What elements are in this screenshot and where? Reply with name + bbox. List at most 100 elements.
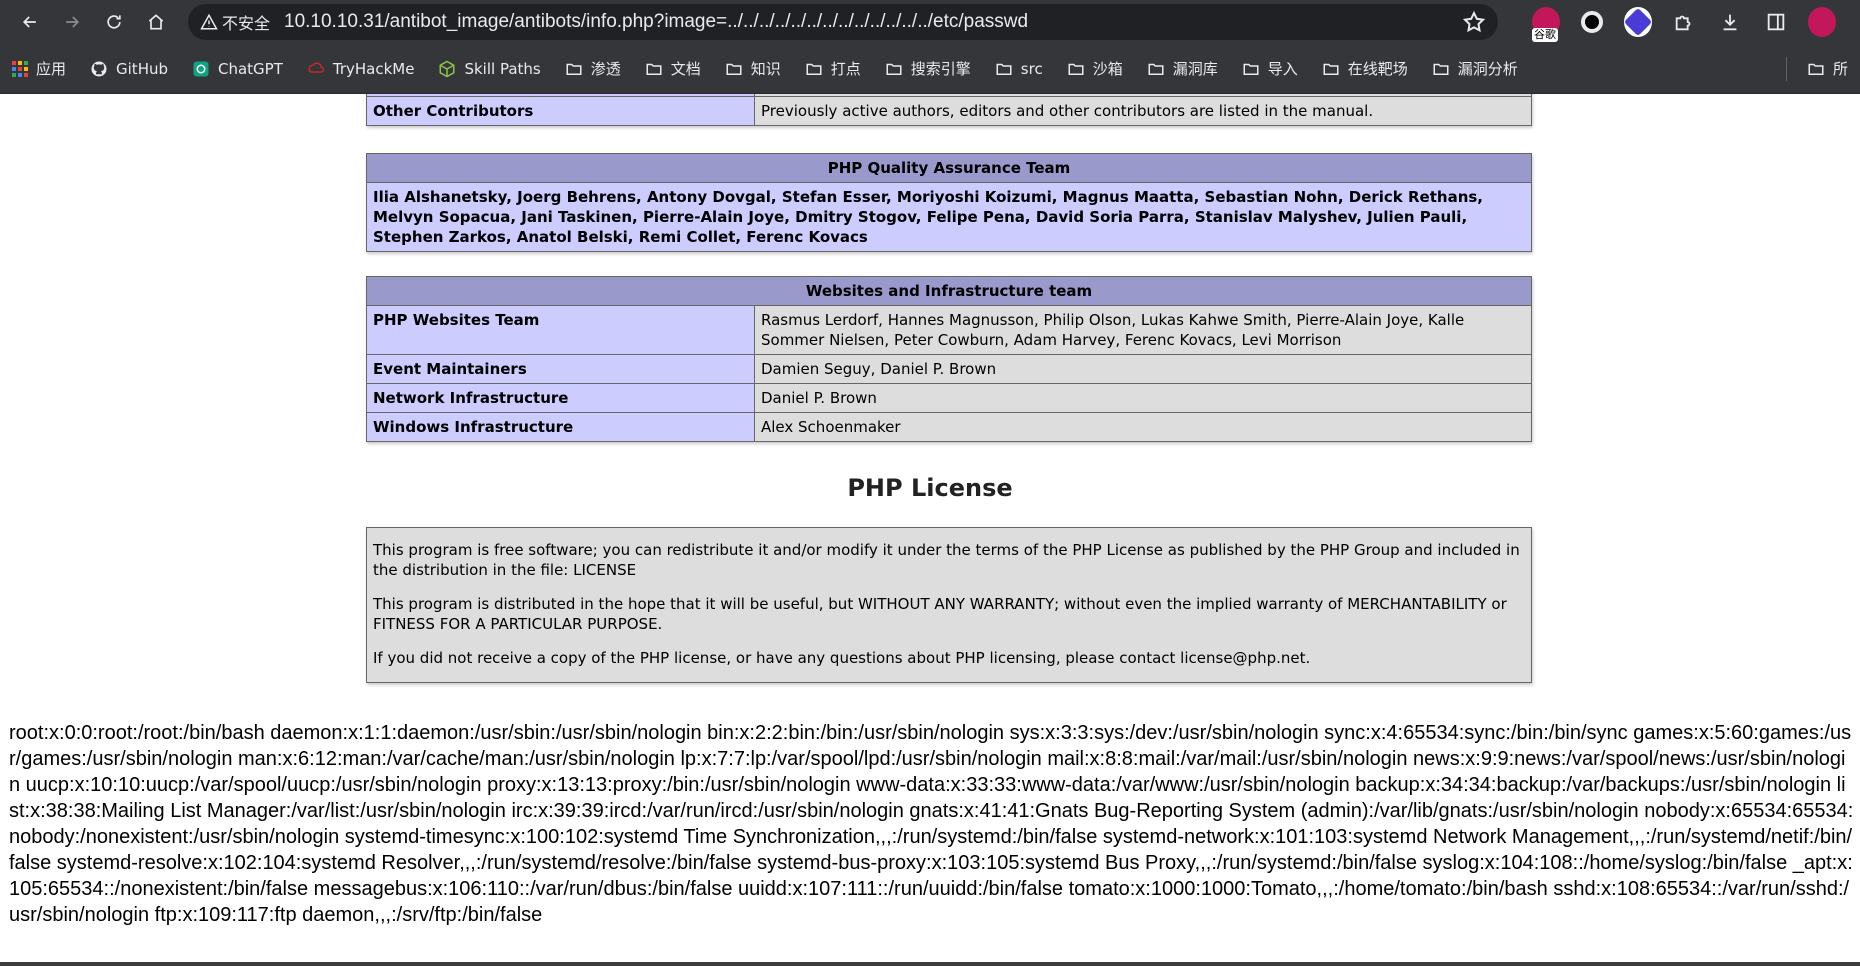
forward-button[interactable]	[54, 4, 90, 40]
license-paragraph: If you did not receive a copy of the PHP…	[373, 649, 1311, 667]
apps-grid-icon	[12, 60, 28, 77]
profile-extension[interactable]	[1623, 7, 1653, 37]
bookmark-label: 知识	[750, 60, 781, 78]
bookmark-label: TryHackMe	[332, 59, 415, 78]
row-value: Alex Schoenmaker	[754, 412, 1532, 442]
bookmark-label: 文档	[670, 60, 701, 78]
bookmark-folder-knowledge[interactable]: 知识	[725, 58, 781, 79]
row-label: Windows Infrastructure	[366, 412, 755, 442]
chatgpt-icon	[193, 61, 209, 76]
github-icon	[91, 61, 107, 76]
bookmark-folder-recon[interactable]: 打点	[805, 58, 861, 79]
bookmark-folder-vuln-analysis[interactable]: 漏洞分析	[1432, 58, 1518, 79]
bookmark-folder-sandbox[interactable]: 沙箱	[1067, 58, 1123, 79]
row-value: Rasmus Lerdorf, Hannes Magnusson, Philip…	[754, 305, 1532, 355]
table-row: Ilia Alshanetsky, Joerg Behrens, Antony …	[366, 182, 1532, 252]
security-label: 不安全	[222, 14, 271, 33]
home-icon	[148, 14, 164, 30]
translate-extension-badge: 谷歌	[1532, 28, 1558, 42]
bookmark-all-bookmarks[interactable]: 所	[1807, 58, 1848, 79]
record-extension-icon	[1581, 11, 1603, 33]
bookmark-label: Skill Paths	[464, 59, 541, 78]
bookmark-folder-docs[interactable]: 文档	[645, 58, 701, 79]
back-button[interactable]	[12, 4, 48, 40]
home-button[interactable]	[138, 4, 174, 40]
bottom-edge	[0, 962, 1860, 966]
bookmark-folder-imported[interactable]: 导入	[1242, 58, 1298, 79]
table-heading: Websites and Infrastructure team	[366, 276, 1532, 306]
row-value: Daniel P. Brown	[754, 383, 1532, 413]
bookmark-label: 打点	[830, 60, 861, 78]
row-label: PHP Websites Team	[366, 305, 755, 355]
diamond-icon	[1623, 7, 1653, 37]
bookmark-folder-search-engines[interactable]: 搜索引擎	[885, 58, 971, 79]
bookmark-apps[interactable]: 应用	[12, 58, 66, 79]
record-extension[interactable]	[1578, 8, 1606, 36]
bookmark-label: 搜索引擎	[910, 60, 971, 78]
table-row: Windows Infrastructure Alex Schoenmaker	[366, 412, 1532, 442]
downloads-button[interactable]	[1716, 8, 1744, 36]
table-row: PHP Websites Team Rasmus Lerdorf, Hannes…	[366, 305, 1532, 355]
web-infra-table: Websites and Infrastructure team PHP Web…	[366, 276, 1532, 442]
side-panel-icon	[1767, 13, 1785, 31]
bookmarks-divider	[1785, 56, 1787, 81]
translate-extension[interactable]: 谷歌	[1532, 7, 1560, 42]
qa-team-table: PHP Quality Assurance Team Ilia Alshanet…	[366, 153, 1532, 252]
security-chip[interactable]: 不安全	[200, 10, 270, 34]
extensions-button[interactable]	[1670, 8, 1698, 36]
avatar	[1808, 7, 1836, 37]
folder-icon	[806, 63, 822, 75]
folder-icon	[886, 63, 902, 75]
url-text[interactable]: 10.10.10.31/antibot_image/antibots/info.…	[284, 11, 1462, 33]
row-label: Other Contributors	[366, 96, 755, 126]
bookmark-label: 沙箱	[1092, 60, 1123, 78]
bookmark-tryhackme[interactable]: TryHackMe	[307, 59, 415, 78]
bookmark-label: 漏洞库	[1172, 60, 1218, 78]
bookmark-folder-src[interactable]: src	[995, 60, 1043, 78]
arrow-left-icon	[22, 16, 36, 28]
table-row: Network Infrastructure Daniel P. Brown	[366, 383, 1532, 413]
license-box: This program is free software; you can r…	[366, 527, 1532, 683]
folder-icon	[646, 63, 662, 75]
browser-toolbar: 不安全 10.10.10.31/antibot_image/antibots/i…	[0, 0, 1860, 44]
table-heading: PHP Quality Assurance Team	[366, 153, 1532, 183]
warning-icon	[200, 13, 218, 30]
folder-icon	[726, 63, 742, 75]
page-content: Other Contributors Previously active aut…	[0, 94, 1860, 966]
bookmark-label: ChatGPT	[218, 59, 283, 78]
folder-icon	[566, 63, 582, 75]
bookmark-label: 渗透	[590, 60, 621, 78]
star-icon[interactable]	[1462, 10, 1486, 34]
license-paragraph: This program is distributed in the hope …	[373, 595, 1507, 633]
bookmark-chatgpt[interactable]: ChatGPT	[192, 60, 283, 78]
folder-icon	[1068, 63, 1084, 75]
bookmark-label: 在线靶场	[1347, 60, 1408, 78]
side-panel-button[interactable]	[1762, 8, 1790, 36]
qa-team-members: Ilia Alshanetsky, Joerg Behrens, Antony …	[366, 182, 1532, 252]
bookmark-folder-pentest[interactable]: 渗透	[565, 58, 621, 79]
folder-icon	[996, 63, 1012, 75]
arrow-right-icon	[66, 16, 80, 28]
bookmark-github[interactable]: GitHub	[90, 60, 168, 78]
tryhackme-icon	[308, 61, 325, 73]
folder-icon	[1243, 63, 1259, 75]
address-bar[interactable]: 不安全 10.10.10.31/antibot_image/antibots/i…	[188, 4, 1498, 40]
bookmark-folder-vuln-db[interactable]: 漏洞库	[1147, 58, 1218, 79]
profile-button[interactable]	[1808, 7, 1836, 37]
bookmark-label: 漏洞分析	[1457, 60, 1518, 78]
bookmark-label: 导入	[1267, 60, 1298, 78]
reload-button[interactable]	[96, 4, 132, 40]
puzzle-icon	[1675, 15, 1691, 31]
bookmark-skill-paths[interactable]: Skill Paths	[438, 59, 541, 78]
folder-icon	[1323, 63, 1339, 75]
folder-icon	[1808, 63, 1824, 75]
table-row: Other Contributors Previously active aut…	[366, 96, 1532, 126]
passwd-file-output: root:x:0:0:root:/root:/bin/bash daemon:x…	[9, 722, 1854, 926]
bookmark-folder-online-range[interactable]: 在线靶场	[1322, 58, 1408, 79]
bookmarks-bar: 应用 GitHub ChatGPT TryHackMe Skill Paths …	[0, 44, 1860, 94]
row-label: Event Maintainers	[366, 354, 755, 384]
cube-icon	[439, 60, 455, 77]
reload-icon	[107, 15, 121, 29]
row-label: Network Infrastructure	[366, 383, 755, 413]
download-icon	[1723, 14, 1737, 31]
